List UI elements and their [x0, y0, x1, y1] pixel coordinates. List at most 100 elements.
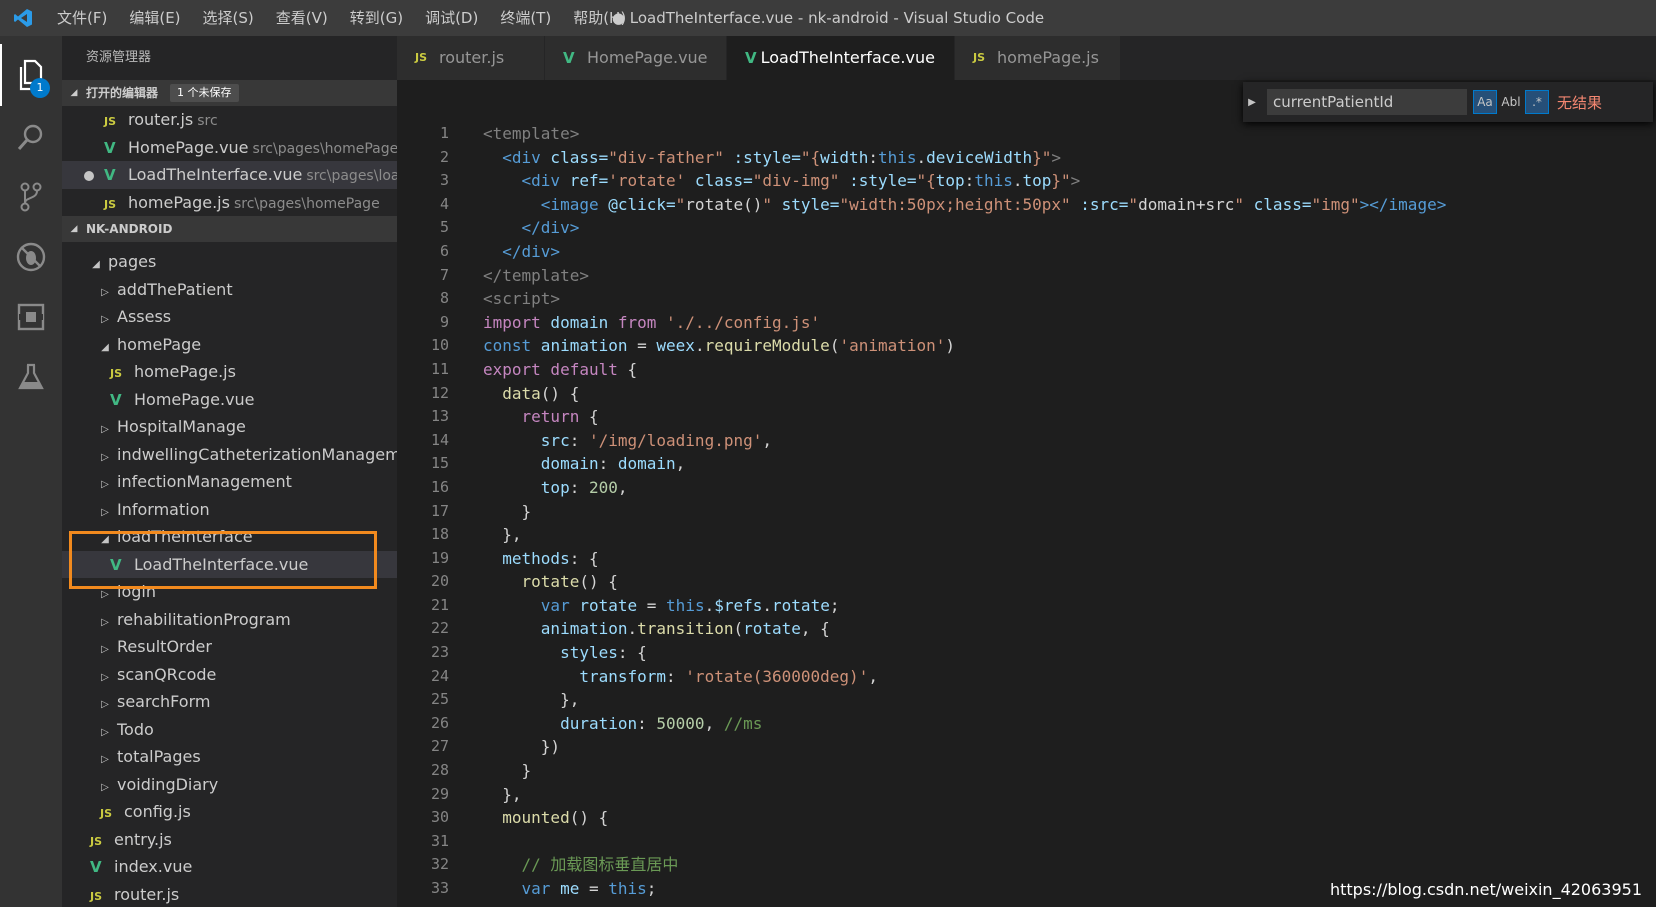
line-number: 5: [439, 218, 449, 237]
line-number: 23: [430, 643, 449, 662]
chevron-down-icon: ◢: [70, 88, 78, 98]
vue-file-icon: V: [110, 390, 122, 409]
files-icon[interactable]: 1: [0, 44, 62, 106]
tree-label: HomePage.vue: [134, 389, 255, 409]
code-line: return {: [521, 407, 599, 427]
tree-folder[interactable]: ▷ infectionManagement: [62, 468, 397, 496]
toggle-replace-chevron-icon[interactable]: ▶: [1243, 97, 1261, 108]
tree-folder[interactable]: ▷ rehabilitationProgram: [62, 606, 397, 634]
explorer-badge: 1: [30, 78, 50, 98]
tree-file[interactable]: JS homePage.js: [62, 358, 397, 386]
tree-folder[interactable]: ▷ scanQRcode: [62, 661, 397, 689]
tree-folder[interactable]: ▷ Todo: [62, 716, 397, 744]
tree-folder-loadtheinterface[interactable]: ◢ loadTheInterface: [62, 523, 397, 551]
menu-view[interactable]: 查看(V): [265, 0, 339, 36]
code-content[interactable]: <template> <div class="div-father" :styl…: [483, 122, 1656, 901]
tab-homepage-vue[interactable]: V HomePage.vue: [545, 36, 727, 80]
code-line: src: '/img/loading.png',: [540, 430, 772, 450]
line-number: 28: [430, 761, 449, 780]
tree-folder[interactable]: ▷ HospitalManage: [62, 413, 397, 441]
tree-file-active[interactable]: V LoadTheInterface.vue: [62, 550, 397, 578]
project-header[interactable]: ◢ NK-ANDROID: [62, 216, 397, 242]
line-number: 30: [430, 808, 449, 827]
tree-label: LoadTheInterface.vue: [134, 554, 309, 574]
tree-folder[interactable]: ▷ addThePatient: [62, 276, 397, 304]
line-number: 29: [430, 784, 449, 803]
tree-label: pages: [108, 252, 157, 271]
tree-folder[interactable]: ▷ searchForm: [62, 688, 397, 716]
chevron-right-icon: ▷: [101, 506, 109, 518]
tree-folder[interactable]: ▷ login: [62, 578, 397, 606]
match-case-toggle[interactable]: Aa: [1473, 90, 1497, 114]
tab-router-js[interactable]: JS router.js: [397, 36, 545, 80]
line-number: 18: [430, 525, 449, 544]
chevron-right-icon: ▷: [101, 451, 109, 463]
line-number: 20: [430, 572, 449, 591]
chevron-right-icon: ▷: [101, 286, 109, 298]
code-editor[interactable]: 1 2 3 4 5 6 7 8 9 10 11 12 13 14 15 16 17 18 19 20 21 22 23 24 2…: [397, 80, 1656, 907]
tree-label: infectionManagement: [117, 472, 292, 491]
tab-loadtheinterface-vue[interactable]: V LoadTheInterface.vue: [727, 36, 955, 80]
tree-file[interactable]: JS router.js: [62, 881, 397, 907]
use-regex-toggle[interactable]: .*: [1525, 90, 1549, 114]
menu-help[interactable]: 帮助(H): [562, 0, 637, 36]
js-file-icon: JS: [90, 889, 103, 903]
tree-file[interactable]: Vindex.vue: [62, 853, 397, 881]
open-editors-header[interactable]: ◢ 打开的编辑器 1 个未保存: [62, 80, 397, 106]
unsaved-dot-icon[interactable]: [84, 170, 94, 181]
tree-folder[interactable]: ▷ Assess: [62, 303, 397, 331]
open-editor-item[interactable]: JS router.js src: [62, 106, 397, 134]
tree-folder[interactable]: ▷ indwellingCatheterizationManagem...: [62, 441, 397, 469]
line-number: 2: [439, 147, 449, 166]
test-icon[interactable]: [0, 346, 62, 408]
tree-folder[interactable]: ▷ voidingDiary: [62, 771, 397, 799]
code-line: </div>: [502, 241, 561, 261]
menu-selection[interactable]: 选择(S): [192, 0, 265, 36]
tree-label: indwellingCatheterizationManagem...: [117, 444, 397, 464]
chevron-right-icon: ▷: [101, 424, 109, 435]
tree-folder-homepage[interactable]: ◢ homePage: [62, 331, 397, 359]
tree-file[interactable]: V HomePage.vue: [62, 386, 397, 414]
menu-file[interactable]: 文件(F): [46, 0, 118, 36]
find-input[interactable]: [1267, 89, 1467, 115]
chevron-right-icon: ▷: [101, 589, 109, 600]
chevron-down-icon: ◢: [101, 341, 109, 353]
source-control-icon[interactable]: [0, 166, 62, 228]
tab-homepage-js[interactable]: JS homePage.js: [955, 36, 1121, 80]
line-number: 13: [430, 407, 449, 426]
code-line: export default {: [483, 359, 638, 379]
chevron-right-icon: ▷: [101, 726, 109, 738]
code-line: }): [540, 737, 561, 757]
tree-file[interactable]: JS entry.js: [62, 826, 397, 854]
tree-label: Assess: [117, 307, 172, 326]
js-file-icon: JS: [104, 197, 117, 211]
open-editor-item[interactable]: JS homePage.js src\pages\homePage: [62, 189, 397, 217]
menu-edit[interactable]: 编辑(E): [118, 0, 191, 36]
menu-go[interactable]: 转到(G): [339, 0, 414, 36]
tree-folder-pages[interactable]: ◢ pages: [62, 248, 397, 276]
tree-folder[interactable]: ▷ Information: [62, 496, 397, 524]
code-line: animation.transition(rotate, {: [540, 619, 830, 639]
title-bar: 文件(F) 编辑(E) 选择(S) 查看(V) 转到(G) 调试(D) 终端(T…: [0, 0, 1656, 36]
line-number: 14: [430, 430, 449, 449]
menu-terminal[interactable]: 终端(T): [489, 0, 562, 36]
open-editor-item[interactable]: V HomePage.vue src\pages\homePage: [62, 134, 397, 162]
code-line: </template>: [483, 265, 589, 285]
debug-icon[interactable]: [0, 226, 62, 288]
tree-folder[interactable]: ▷ ResultOrder: [62, 633, 397, 661]
tree-file[interactable]: JS config.js: [62, 798, 397, 826]
menu-debug[interactable]: 调试(D): [414, 0, 489, 36]
extensions-icon[interactable]: [0, 286, 62, 348]
chevron-right-icon: ▷: [101, 754, 109, 765]
open-editor-item-active[interactable]: V LoadTheInterface.vuesrc\pages\loa...: [62, 161, 397, 189]
match-whole-word-toggle[interactable]: Abl: [1499, 90, 1523, 114]
activity-bar: 1: [0, 36, 62, 907]
code-line: styles: {: [560, 643, 647, 663]
tree-label: entry.js: [114, 829, 172, 849]
code-line: </div>: [521, 218, 580, 238]
tree-folder[interactable]: ▷ totalPages: [62, 743, 397, 771]
chevron-down-icon: ◢: [70, 224, 78, 234]
search-icon[interactable]: [0, 106, 62, 168]
code-line: var rotate = this.$refs.rotate;: [540, 595, 840, 615]
open-editor-path: src\pages\homePage: [252, 140, 397, 157]
